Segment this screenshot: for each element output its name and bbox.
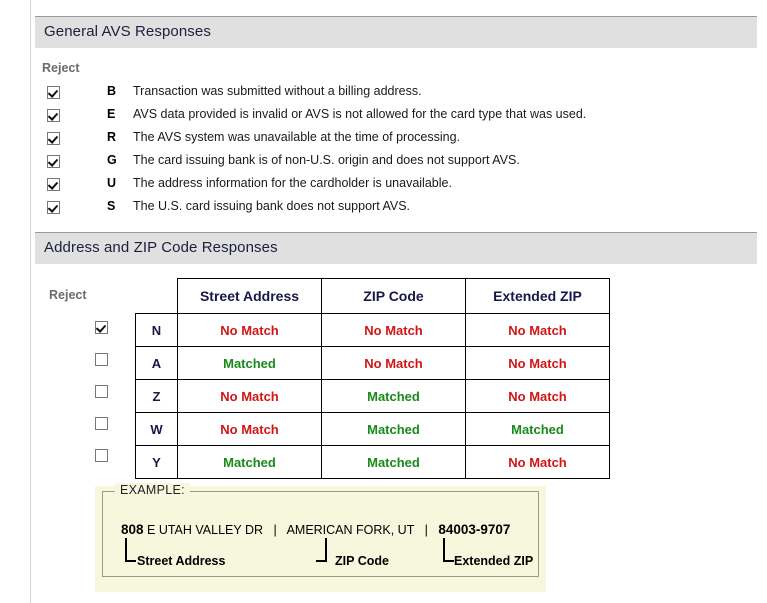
avs-code-e: E [107,107,116,121]
cell-w-zip: Matched [321,412,466,446]
cell-n-extzip: No Match [465,313,610,347]
avs-code-s: S [107,199,116,213]
column-header-zip-code: ZIP Code [321,278,466,314]
example-label-zip-code: ZIP Code [335,554,389,568]
table-row: W No Match Matched Matched [135,412,610,446]
row-code-w: W [135,412,178,446]
example-address-line: 808 E UTAH VALLEY DR | AMERICAN FORK, UT… [121,522,510,537]
example-fieldset: EXAMPLE: 808 E UTAH VALLEY DR | AMERICAN… [102,483,539,577]
example-street-number: 808 [121,522,144,537]
column-header-street-address: Street Address [177,278,322,314]
avs-list-item: E AVS data provided is invalid or AVS is… [31,107,767,130]
section-header-address: Address and ZIP Code Responses [35,232,757,264]
bracket-street-address-icon [125,538,136,562]
column-header-extended-zip: Extended ZIP [465,278,610,314]
table-row: Z No Match Matched No Match [135,379,610,413]
table-header-row: Street Address ZIP Code Extended ZIP [136,278,610,314]
table-row: A Matched No Match No Match [135,346,610,380]
table-row: Y Matched Matched No Match [135,445,610,479]
address-zip-response-table: Street Address ZIP Code Extended ZIP N N… [135,278,610,479]
avs-description-s: The U.S. card issuing bank does not supp… [133,199,411,213]
avs-checkbox-r[interactable] [47,132,60,145]
avs-list-item: R The AVS system was unavailable at the … [31,130,767,153]
avs-list-item: S The U.S. card issuing bank does not su… [31,199,767,222]
row-code-z: Z [135,379,178,413]
example-city-state: AMERICAN FORK, UT [286,523,415,537]
avs-description-r: The AVS system was unavailable at the ti… [133,130,461,144]
avs-code-r: R [107,130,117,144]
example-label-extended-zip: Extended ZIP [454,554,534,568]
row-checkbox-w[interactable] [95,417,108,430]
example-street-name: E UTAH VALLEY DR [147,523,264,537]
general-avs-list: B Transaction was submitted without a bi… [31,84,767,222]
section-title-general: General AVS Responses [44,23,211,40]
cell-z-zip: Matched [321,379,466,413]
example-separator-1: | [273,523,277,537]
row-checkbox-z[interactable] [95,385,108,398]
example-panel: EXAMPLE: 808 E UTAH VALLEY DR | AMERICAN… [95,483,546,592]
avs-code-g: G [107,153,117,167]
avs-description-u: The address information for the cardhold… [133,176,452,190]
page-frame: General AVS Responses Reject B Transacti… [0,0,767,603]
cell-z-street: No Match [177,379,322,413]
bracket-zip-code-icon [316,538,327,562]
avs-description-e: AVS data provided is invalid or AVS is n… [133,107,587,121]
table-reject-column-label: Reject [49,288,87,302]
section-title-address: Address and ZIP Code Responses [44,239,278,256]
avs-list-item: U The address information for the cardho… [31,176,767,199]
table-corner-blank [136,279,178,314]
avs-description-b: Transaction was submitted without a bill… [133,84,422,98]
general-reject-column-label: Reject [42,61,80,75]
row-checkbox-a[interactable] [95,353,108,366]
row-checkbox-y[interactable] [95,449,108,462]
cell-w-street: No Match [177,412,322,446]
avs-code-u: U [107,176,117,190]
avs-checkbox-g[interactable] [47,155,60,168]
section-header-general: General AVS Responses [35,16,757,48]
avs-description-g: The card issuing bank is of non-U.S. ori… [133,153,520,167]
cell-w-extzip: Matched [465,412,610,446]
cell-y-zip: Matched [321,445,466,479]
table-row: N No Match No Match No Match [135,313,610,347]
cell-z-extzip: No Match [465,379,610,413]
row-code-y: Y [135,445,178,479]
avs-checkbox-u[interactable] [47,178,60,191]
bracket-extended-zip-icon [443,538,454,562]
cell-y-street: Matched [177,445,322,479]
cell-y-extzip: No Match [465,445,610,479]
avs-checkbox-b[interactable] [47,86,60,99]
cell-a-zip: No Match [321,346,466,380]
row-code-a: A [135,346,178,380]
cell-n-street: No Match [177,313,322,347]
example-extended-zip: 9707 [480,522,511,537]
page-content: General AVS Responses Reject B Transacti… [31,0,767,603]
cell-a-street: Matched [177,346,322,380]
avs-code-b: B [107,84,117,98]
example-label-street-address: Street Address [137,554,226,568]
avs-list-item: B Transaction was submitted without a bi… [31,84,767,107]
cell-a-extzip: No Match [465,346,610,380]
avs-checkbox-s[interactable] [47,201,60,214]
row-checkbox-n[interactable] [95,321,108,334]
row-code-n: N [135,313,178,347]
example-legend: EXAMPLE: [115,483,190,497]
avs-checkbox-e[interactable] [47,109,60,122]
example-separator-2: | [424,523,428,537]
example-zip: 84003 [438,522,476,537]
avs-list-item: G The card issuing bank is of non-U.S. o… [31,153,767,176]
cell-n-zip: No Match [321,313,466,347]
